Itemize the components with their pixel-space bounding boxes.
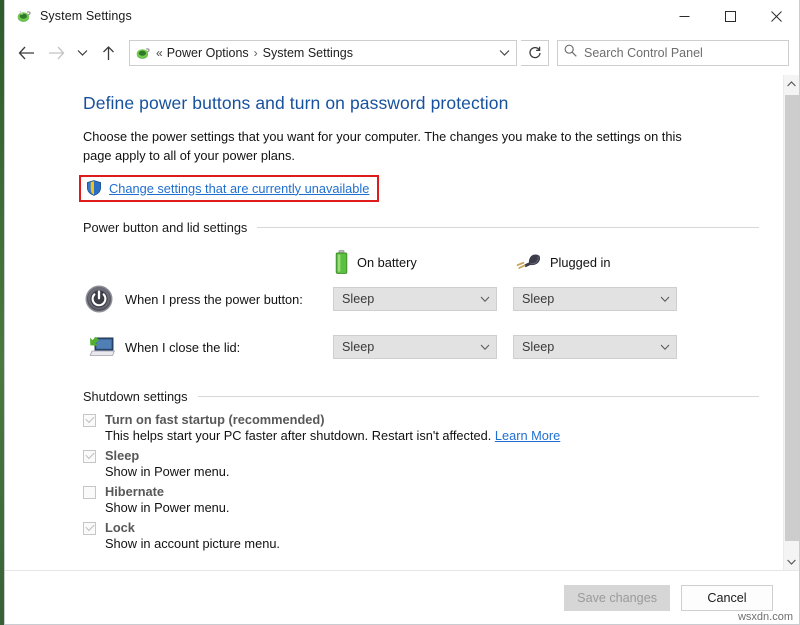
- minimize-icon[interactable]: [661, 0, 707, 32]
- uac-link-highlight: Change settings that are currently unava…: [79, 175, 379, 202]
- shutdown-section-header: Shutdown settings: [83, 389, 759, 404]
- fast-startup-checkbox[interactable]: [83, 414, 96, 427]
- lock-label: Lock: [105, 520, 135, 535]
- search-icon: [564, 44, 577, 62]
- power-section-header: Power button and lid settings: [83, 220, 759, 235]
- title-bar: System Settings: [5, 0, 799, 32]
- selected-value: Sleep: [342, 340, 374, 354]
- power-plan-icon: [135, 45, 151, 61]
- address-bar[interactable]: « Power Options › System Settings: [129, 40, 517, 66]
- laptop-lid-icon: [83, 331, 115, 363]
- breadcrumb-power-options[interactable]: Power Options: [167, 46, 249, 60]
- power-button-on-battery-select[interactable]: Sleep: [333, 287, 497, 311]
- close-lid-on-battery-select[interactable]: Sleep: [333, 335, 497, 359]
- list-item[interactable]: Hibernate: [83, 484, 759, 499]
- shutdown-options-list: Turn on fast startup (recommended) This …: [83, 412, 759, 551]
- search-placeholder: Search Control Panel: [584, 46, 703, 60]
- close-lid-label: When I close the lid:: [125, 340, 333, 355]
- selected-value: Sleep: [522, 340, 554, 354]
- up-arrow-icon[interactable]: [93, 38, 123, 68]
- hibernate-label: Hibernate: [105, 484, 164, 499]
- hibernate-checkbox[interactable]: [83, 486, 96, 499]
- vertical-scrollbar[interactable]: [783, 75, 799, 570]
- chevron-down-icon: [480, 296, 490, 303]
- forward-arrow-icon: [41, 38, 71, 68]
- list-item[interactable]: Sleep: [83, 448, 759, 463]
- power-button-plugged-in-select[interactable]: Sleep: [513, 287, 677, 311]
- cancel-button[interactable]: Cancel: [681, 585, 773, 611]
- breadcrumb-separator[interactable]: ›: [254, 46, 258, 60]
- list-item[interactable]: Turn on fast startup (recommended): [83, 412, 759, 427]
- close-lid-row: When I close the lid: Sleep Sleep: [83, 323, 759, 371]
- address-chevron-down-icon[interactable]: [493, 49, 510, 57]
- save-changes-button[interactable]: Save changes: [564, 585, 670, 611]
- chevron-down-icon: [660, 296, 670, 303]
- content-area: Define power buttons and turn on passwor…: [5, 74, 799, 570]
- page-title: Define power buttons and turn on passwor…: [83, 93, 759, 114]
- selected-value: Sleep: [342, 292, 374, 306]
- column-plugged-in: Plugged in: [515, 253, 695, 271]
- list-item[interactable]: Lock: [83, 520, 759, 535]
- navigation-bar: « Power Options › System Settings Search…: [5, 32, 799, 74]
- back-arrow-icon[interactable]: [11, 38, 41, 68]
- power-button-label: When I press the power button:: [125, 292, 333, 307]
- scroll-down-icon[interactable]: [784, 553, 800, 570]
- scrollbar-track[interactable]: [784, 92, 800, 553]
- shutdown-section-title: Shutdown settings: [83, 389, 188, 404]
- power-columns-header: On battery Plugged in: [83, 249, 759, 275]
- power-plug-icon: [515, 253, 541, 271]
- shield-icon: [86, 180, 102, 196]
- power-button-row: When I press the power button: Sleep Sle…: [83, 275, 759, 323]
- search-input[interactable]: Search Control Panel: [557, 40, 789, 66]
- power-button-icon: [83, 283, 115, 315]
- learn-more-link[interactable]: Learn More: [495, 428, 560, 443]
- power-plan-icon: [16, 8, 32, 24]
- system-settings-window: System Settings: [4, 0, 800, 625]
- section-divider: [198, 396, 759, 397]
- fast-startup-description: This helps start your PC faster after sh…: [105, 428, 759, 443]
- power-section-title: Power button and lid settings: [83, 220, 247, 235]
- column-on-battery: On battery: [335, 250, 515, 274]
- chevron-down-icon: [660, 344, 670, 351]
- column-label-plugged-in: Plugged in: [550, 255, 610, 270]
- close-lid-plugged-in-select[interactable]: Sleep: [513, 335, 677, 359]
- change-settings-link[interactable]: Change settings that are currently unava…: [109, 181, 369, 196]
- breadcrumb-overflow[interactable]: «: [156, 46, 163, 60]
- chevron-down-icon: [480, 344, 490, 351]
- battery-icon: [335, 250, 348, 274]
- lock-checkbox[interactable]: [83, 522, 96, 535]
- lock-description: Show in account picture menu.: [105, 536, 759, 551]
- dialog-footer: Save changes Cancel wsxdn.com: [5, 570, 799, 624]
- fast-startup-label: Turn on fast startup (recommended): [105, 412, 324, 427]
- window-controls: [661, 0, 799, 32]
- refresh-icon[interactable]: [521, 40, 549, 66]
- close-icon[interactable]: [753, 0, 799, 32]
- sleep-description: Show in Power menu.: [105, 464, 759, 479]
- sleep-checkbox[interactable]: [83, 450, 96, 463]
- breadcrumb-system-settings[interactable]: System Settings: [263, 46, 353, 60]
- watermark: wsxdn.com: [738, 611, 793, 623]
- scrollbar-thumb[interactable]: [785, 95, 799, 541]
- hibernate-description: Show in Power menu.: [105, 500, 759, 515]
- section-divider: [257, 227, 759, 228]
- selected-value: Sleep: [522, 292, 554, 306]
- window-title: System Settings: [40, 9, 132, 23]
- maximize-icon[interactable]: [707, 0, 753, 32]
- scroll-up-icon[interactable]: [784, 75, 800, 92]
- settings-pane: Define power buttons and turn on passwor…: [5, 75, 783, 570]
- sleep-label: Sleep: [105, 448, 139, 463]
- column-label-on-battery: On battery: [357, 255, 417, 270]
- page-intro: Choose the power settings that you want …: [83, 128, 683, 165]
- recent-locations-chevron-down-icon[interactable]: [71, 38, 93, 68]
- fast-startup-description-text: This helps start your PC faster after sh…: [105, 428, 491, 443]
